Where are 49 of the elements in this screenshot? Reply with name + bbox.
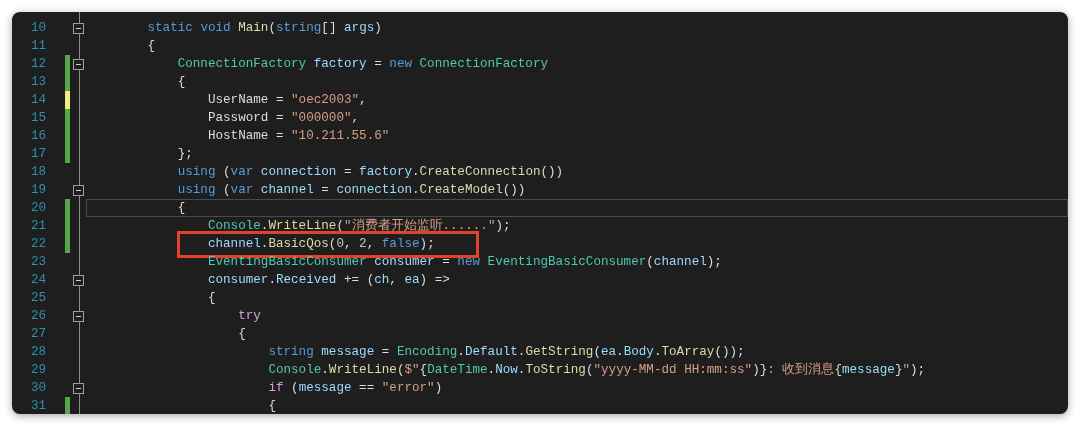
code-line: Password = "000000", xyxy=(206,111,360,125)
line-number: 24 xyxy=(29,273,46,287)
code-line: { xyxy=(176,75,186,89)
code-line: }; xyxy=(176,147,193,161)
collapse-icon[interactable] xyxy=(72,58,84,70)
code-line: UserName = "oec2003", xyxy=(206,93,367,107)
collapse-icon[interactable] xyxy=(72,184,84,196)
line-number: 30 xyxy=(29,381,46,395)
line-number: 10 xyxy=(29,21,46,35)
code-line: consumer.Received += (ch, ea) => xyxy=(206,273,450,287)
code-line: ConnectionFactory factory = new ConnectionFactory xyxy=(176,57,549,71)
line-number: 20 xyxy=(29,201,46,215)
code-line: EventingBasicConsumer consumer = new EventingBasicConsumer(channel); xyxy=(206,255,722,269)
line-number: 18 xyxy=(29,165,46,179)
code-line: channel.BasicQos(0, 2, false); xyxy=(206,237,435,251)
line-number: 23 xyxy=(29,255,46,269)
code-line: using (var channel = connection.CreateModel()) xyxy=(176,183,526,197)
code-line: { xyxy=(267,399,276,413)
line-number: 28 xyxy=(29,345,46,359)
line-number: 22 xyxy=(29,237,46,251)
line-number: 15 xyxy=(29,111,46,125)
line-number: 31 xyxy=(29,399,46,413)
collapse-icon[interactable] xyxy=(72,310,84,322)
collapse-icon[interactable] xyxy=(72,22,84,34)
code-line: Console.WriteLine($"{DateTime.Now.ToString("yyyy-MM-dd HH:mm:ss")}: 收到消息{message}"); xyxy=(267,363,926,377)
line-number: 12 xyxy=(29,57,46,71)
code-line: { xyxy=(237,327,246,341)
code-line: { xyxy=(176,201,186,215)
line-number: 16 xyxy=(29,129,46,143)
line-number: 17 xyxy=(29,147,46,161)
line-number: 26 xyxy=(29,309,46,323)
line-number: 19 xyxy=(29,183,46,197)
collapse-icon[interactable] xyxy=(72,382,84,394)
code-line: { xyxy=(146,39,156,53)
code-line: string message = Encoding.Default.GetString(ea.Body.ToArray()); xyxy=(267,345,745,359)
code-line: HostName = "10.211.55.6" xyxy=(206,129,390,143)
line-number: 21 xyxy=(29,219,46,233)
line-number: 27 xyxy=(29,327,46,341)
code-line: static void Main(string[] args) xyxy=(146,21,382,35)
code-line: try xyxy=(237,309,261,323)
code-line: if (message == "error") xyxy=(267,381,443,395)
line-number: 13 xyxy=(29,75,46,89)
line-number: 25 xyxy=(29,291,46,305)
collapse-icon[interactable] xyxy=(72,274,84,286)
code-line: using (var connection = factory.CreateConnection()) xyxy=(176,165,564,179)
code-line: { xyxy=(206,291,216,305)
line-number: 11 xyxy=(29,39,46,53)
line-number: 29 xyxy=(29,363,46,377)
line-number: 14 xyxy=(29,93,46,107)
